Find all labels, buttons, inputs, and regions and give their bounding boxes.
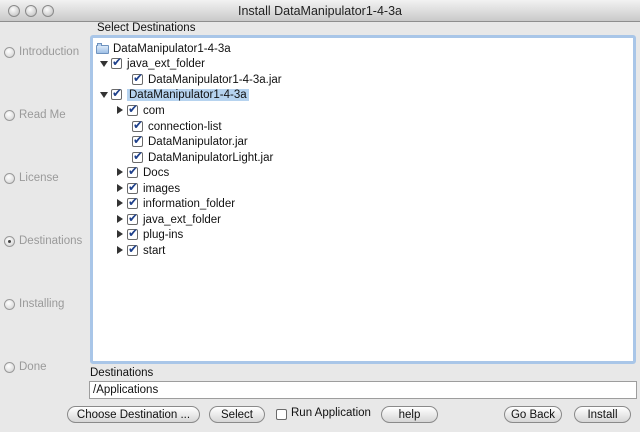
- tree-item[interactable]: images: [116, 180, 181, 196]
- tree-item[interactable]: connection-list: [132, 118, 222, 134]
- step-destinations: Destinations: [4, 233, 82, 249]
- step-label: Destinations: [19, 235, 83, 247]
- step-label: Introduction: [19, 46, 80, 58]
- tree-item-label: DataManipulator1-4-3a.jar: [148, 73, 282, 86]
- step-label: Read Me: [19, 109, 66, 121]
- tree-item[interactable]: DataManipulatorLight.jar: [132, 149, 274, 165]
- tree-item-selected[interactable]: DataManipulator1-4-3a: [100, 86, 249, 102]
- disclosure-right-icon[interactable]: [116, 181, 124, 196]
- tree-item-label: java_ext_folder: [143, 213, 221, 226]
- disclosure-right-icon[interactable]: [116, 103, 124, 118]
- checkbox[interactable]: [132, 118, 143, 133]
- destination-path-field[interactable]: /Applications: [89, 381, 637, 399]
- checkbox[interactable]: [127, 211, 138, 226]
- steps-sidebar: Introduction Read Me License Destination…: [0, 22, 88, 402]
- checkbox[interactable]: [127, 226, 138, 241]
- destinations-label: Destinations: [90, 367, 154, 379]
- select-destinations-heading: Select Destinations: [97, 22, 196, 34]
- checkbox[interactable]: [111, 55, 122, 70]
- window-title: Install DataManipulator1-4-3a: [238, 4, 402, 18]
- tree-item-label: plug-ins: [143, 228, 184, 241]
- disclosure-down-icon[interactable]: [100, 56, 108, 71]
- disclosure-right-icon[interactable]: [116, 196, 124, 211]
- disclosure-right-icon[interactable]: [116, 212, 124, 227]
- disclosure-right-icon[interactable]: [116, 165, 124, 180]
- step-done: Done: [4, 359, 47, 375]
- radio-icon: [4, 361, 15, 373]
- tree-item-label: DataManipulatorLight.jar: [148, 151, 274, 164]
- checkbox[interactable]: [127, 195, 138, 210]
- tree-item-label: Docs: [143, 166, 170, 179]
- radio-selected-icon: [4, 235, 15, 247]
- help-button[interactable]: help: [381, 406, 438, 423]
- tree-item[interactable]: Docs: [116, 164, 170, 180]
- tree-item[interactable]: com: [116, 102, 165, 118]
- tree-root[interactable]: DataManipulator1-4-3a: [96, 41, 231, 56]
- step-license: License: [4, 170, 59, 186]
- checkbox[interactable]: [127, 242, 138, 257]
- checkbox[interactable]: [127, 102, 138, 117]
- disclosure-right-icon[interactable]: [116, 227, 124, 242]
- tree-item[interactable]: start: [116, 242, 166, 258]
- disclosure-down-icon[interactable]: [100, 87, 108, 102]
- tree-item-label: start: [143, 244, 166, 257]
- step-label: License: [19, 172, 59, 184]
- radio-icon: [4, 298, 15, 310]
- tree-item-label: DataManipulator1-4-3a: [127, 88, 249, 101]
- destination-tree[interactable]: DataManipulator1-4-3a java_ext_folder Da…: [90, 35, 636, 364]
- run-application-label: Run Application: [291, 407, 371, 419]
- tree-root-label: DataManipulator1-4-3a: [113, 42, 231, 55]
- tree-item-label: images: [143, 182, 181, 195]
- disclosure-right-icon[interactable]: [116, 243, 124, 258]
- checkbox[interactable]: [132, 133, 143, 148]
- checkbox[interactable]: [111, 86, 122, 101]
- title-bar: Install DataManipulator1-4-3a: [0, 0, 640, 22]
- radio-icon: [4, 46, 15, 58]
- run-application-checkbox[interactable]: [276, 409, 287, 420]
- go-back-button[interactable]: Go Back: [504, 406, 562, 423]
- tree-item-label: information_folder: [143, 197, 236, 210]
- checkbox[interactable]: [127, 164, 138, 179]
- install-button[interactable]: Install: [574, 406, 631, 423]
- tree-item-label: com: [143, 104, 165, 117]
- radio-icon: [4, 109, 15, 121]
- tree-item[interactable]: information_folder: [116, 195, 236, 211]
- choose-destination-button[interactable]: Choose Destination ...: [67, 406, 200, 423]
- checkbox[interactable]: [127, 180, 138, 195]
- tree-item-label: java_ext_folder: [127, 57, 205, 70]
- step-label: Installing: [19, 298, 65, 310]
- step-introduction: Introduction: [4, 44, 79, 60]
- tree-item-label: connection-list: [148, 120, 222, 133]
- folder-icon: [96, 43, 109, 54]
- select-button[interactable]: Select: [209, 406, 265, 423]
- tree-item[interactable]: java_ext_folder: [100, 55, 205, 71]
- tree-item[interactable]: DataManipulator1-4-3a.jar: [132, 71, 282, 87]
- step-read-me: Read Me: [4, 107, 66, 123]
- step-label: Done: [19, 361, 47, 373]
- tree-item[interactable]: DataManipulator.jar: [132, 133, 248, 149]
- tree-item[interactable]: plug-ins: [116, 226, 184, 242]
- step-installing: Installing: [4, 296, 64, 312]
- tree-item-label: DataManipulator.jar: [148, 135, 248, 148]
- checkbox[interactable]: [132, 149, 143, 164]
- tree-item[interactable]: java_ext_folder: [116, 211, 221, 227]
- checkbox[interactable]: [132, 71, 143, 86]
- radio-icon: [4, 172, 15, 184]
